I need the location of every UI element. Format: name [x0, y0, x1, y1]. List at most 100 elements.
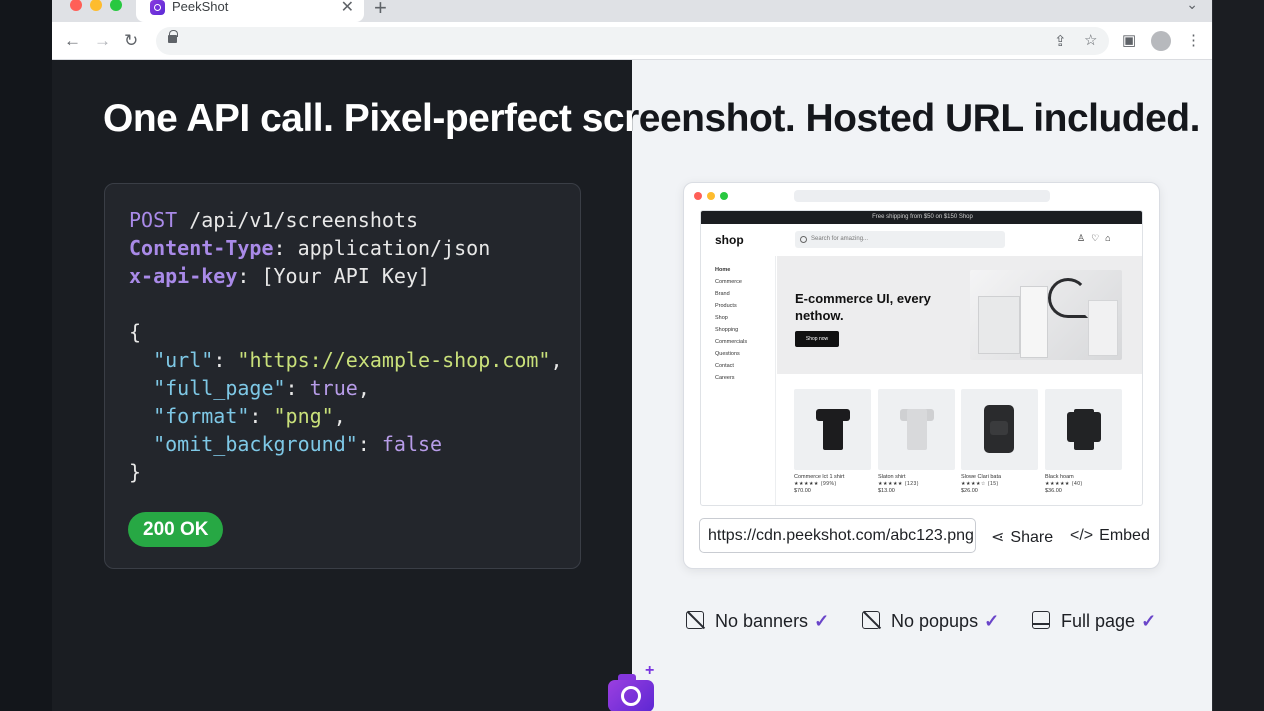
hero-box-shape: [1020, 286, 1048, 358]
browser-toolbar: ← → ↻ ⇪ ☆ ▣ ⋮: [52, 22, 1212, 60]
back-button[interactable]: ←: [64, 31, 81, 51]
shop-side-item: Home: [715, 267, 731, 273]
preview-address-bar: [794, 190, 1050, 202]
hero-box-shape: [1088, 300, 1118, 356]
grey-tshirt-image: [878, 389, 955, 470]
preview-maximize-dot: [720, 192, 728, 200]
product-price: $36.00: [1045, 488, 1062, 494]
address-bar[interactable]: ⇪ ☆: [156, 27, 1109, 55]
embed-button[interactable]: </> Embed: [1070, 527, 1150, 545]
shop-side-item: Questions: [715, 351, 740, 357]
json-key: "url": [153, 348, 214, 372]
feature-label: No banners: [715, 611, 809, 631]
json-value: true: [309, 376, 358, 400]
product-rating: ★★★★☆ (15): [961, 481, 999, 487]
feature-full-page: Full page ✓: [1031, 610, 1156, 632]
shop-hero-title: E-commerce UI, every nethow.: [795, 291, 931, 323]
shop-announcement-banner: Free shipping from $50 on $150 Shop: [701, 211, 1142, 224]
browser-window: PeekShot ✕ + ⌄ ← → ↻ ⇪ ☆ ▣ ⋮ One API cal…: [52, 0, 1212, 711]
peekshot-favicon-icon: [150, 0, 165, 15]
product-rating: ★★★★★ (123): [878, 481, 919, 487]
black-hoodie-image: [1045, 389, 1122, 470]
side-panel-icon[interactable]: ▣: [1122, 31, 1136, 49]
json-value: false: [381, 432, 443, 456]
share-label: Share: [1010, 529, 1054, 546]
shop-side-item: Shop: [715, 315, 728, 321]
page-content: One API call. Pixel-perfect screenshot. …: [52, 60, 1212, 711]
json-open-brace: {: [129, 320, 142, 344]
product-rating: ★★★★★ (40): [1045, 481, 1083, 487]
header-key: x-api-key: [129, 264, 238, 288]
shop-side-item: Careers: [715, 375, 735, 381]
feature-label: Full page: [1061, 611, 1136, 631]
tab-strip: PeekShot ✕ + ⌄: [52, 0, 1212, 22]
share-button[interactable]: ⋖ Share: [991, 527, 1053, 547]
full-page-icon: [1031, 610, 1051, 630]
no-banners-icon: [685, 610, 706, 630]
shop-hero-product-image: [970, 270, 1122, 360]
checkmark-icon: ✓: [814, 611, 830, 631]
product-name: Commerce lct 1 shirt: [794, 474, 845, 480]
shop-side-item: Commercials: [715, 339, 748, 345]
minimize-window-button[interactable]: [90, 0, 102, 11]
product-price: $13.00: [878, 488, 895, 494]
json-key: "omit_background": [153, 432, 358, 456]
tab-close-icon[interactable]: ✕: [341, 0, 354, 17]
product-name: Slowe Clari bata: [961, 474, 1002, 480]
share-icon: ⋖: [991, 529, 1005, 546]
shop-hero-banner: E-commerce UI, every nethow. Shop now: [777, 256, 1142, 374]
shop-logo: shop: [715, 233, 744, 247]
forward-button[interactable]: →: [94, 31, 111, 51]
product-name: Black hoam: [1045, 474, 1074, 480]
outer-frame-right: [1212, 0, 1264, 711]
profile-avatar[interactable]: [1151, 31, 1171, 51]
product-name: Slaton shirt: [878, 474, 906, 480]
black-tshirt-image: [794, 389, 871, 470]
outer-frame-left: [0, 0, 52, 711]
hero-box-shape: [978, 296, 1020, 354]
product-price: $70.00: [794, 488, 811, 494]
headline-light-text: One API call. Pixel-perfect screenshot. …: [103, 97, 632, 140]
feature-no-popups: No popups ✓: [861, 610, 999, 632]
close-window-button[interactable]: [70, 0, 82, 11]
status-badge: 200 OK: [128, 512, 224, 547]
api-request-code: POST /api/v1/screenshots Content-Type: a…: [129, 208, 563, 484]
shop-product-card: Slowe Clari bata ★★★★☆ (15) $26.00: [961, 389, 1038, 494]
shop-header-icons: ♙♡⌂: [1077, 233, 1117, 243]
shop-product-card: Slaton shirt ★★★★★ (123) $13.00: [878, 389, 955, 494]
shop-product-card: Black hoam ★★★★★ (40) $36.00: [1045, 389, 1122, 494]
hosted-url-field[interactable]: https://cdn.peekshot.com/abc123.png: [699, 518, 976, 553]
new-tab-button[interactable]: +: [374, 0, 387, 21]
json-value: "png": [273, 404, 334, 428]
header-key: Content-Type: [129, 236, 274, 260]
embed-label: Embed: [1099, 527, 1150, 544]
tab-peekshot[interactable]: PeekShot ✕: [136, 0, 364, 22]
json-key: "format": [153, 404, 250, 428]
preview-close-dot: [694, 192, 702, 200]
share-page-icon[interactable]: ⇪: [1054, 32, 1067, 50]
shop-side-item: Brand: [715, 291, 730, 297]
checkmark-icon: ✓: [984, 611, 1000, 631]
shop-screenshot-image: Free shipping from $50 on $150 Shop shop…: [700, 210, 1143, 506]
feature-label: No popups: [891, 611, 979, 631]
tab-search-chevron-icon[interactable]: ⌄: [1186, 0, 1198, 13]
maximize-window-button[interactable]: [110, 0, 122, 11]
shop-side-item: Products: [715, 303, 737, 309]
product-rating: ★★★★★ (99%): [794, 481, 837, 487]
code-icon: </>: [1070, 527, 1094, 544]
json-key: "full_page": [153, 376, 286, 400]
api-request-card: POST /api/v1/screenshots Content-Type: a…: [104, 183, 581, 569]
header-value: : application/json: [273, 236, 491, 260]
json-close-brace: }: [129, 460, 142, 484]
header-value: : [Your API Key]: [237, 264, 431, 288]
reload-button[interactable]: ↻: [124, 31, 138, 51]
shop-product-card: Commerce lct 1 shirt ★★★★★ (99%) $70.00: [794, 389, 871, 494]
browser-menu-icon[interactable]: ⋮: [1186, 31, 1201, 49]
screenshot-preview-card: Free shipping from $50 on $150 Shop shop…: [683, 182, 1160, 569]
hero-lamp-shape: [1048, 278, 1088, 318]
shop-side-item: Commerce: [715, 279, 742, 285]
preview-minimize-dot: [707, 192, 715, 200]
shop-search-input: Search for amazing...: [795, 231, 1005, 248]
bookmark-star-icon[interactable]: ☆: [1084, 31, 1097, 49]
shop-now-button: Shop now: [795, 331, 839, 347]
